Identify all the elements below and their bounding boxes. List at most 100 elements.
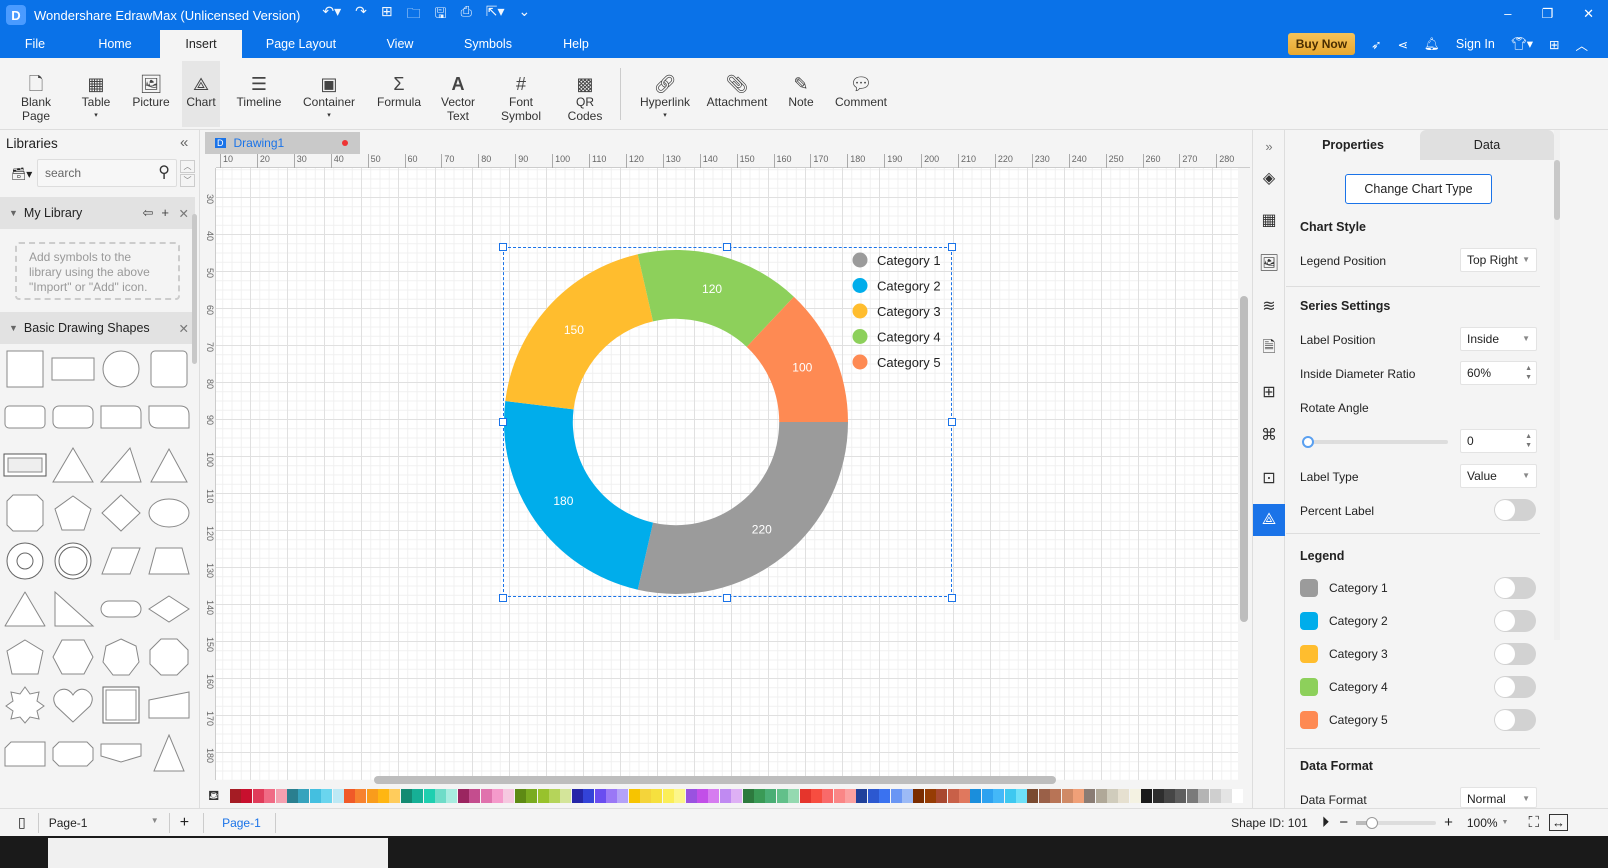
zoom-slider-knob[interactable] bbox=[1366, 816, 1379, 829]
color-swatch[interactable] bbox=[674, 789, 686, 803]
send-icon[interactable]: ➶ bbox=[1371, 37, 1381, 52]
parallelogram-shape[interactable] bbox=[98, 542, 144, 580]
color-swatch[interactable] bbox=[913, 789, 925, 803]
rotate-angle-slider[interactable] bbox=[1302, 436, 1448, 448]
color-swatch[interactable] bbox=[1175, 789, 1187, 803]
color-swatch[interactable] bbox=[457, 789, 469, 803]
data-format-select[interactable]: Normal ▼ bbox=[1460, 787, 1537, 808]
rounded-triangle-shape[interactable] bbox=[2, 590, 48, 628]
legend-item-toggle[interactable] bbox=[1494, 577, 1536, 599]
picture-button[interactable]: 🖼︎ Picture bbox=[120, 61, 182, 127]
color-swatch[interactable] bbox=[230, 789, 241, 803]
color-swatch[interactable] bbox=[1186, 789, 1198, 803]
color-swatch[interactable] bbox=[628, 789, 640, 803]
color-swatch[interactable] bbox=[548, 789, 560, 803]
legend-color-swatch[interactable] bbox=[1300, 711, 1318, 729]
save-icon[interactable]: 🖫 bbox=[435, 3, 447, 27]
menu-symbols[interactable]: Symbols bbox=[440, 30, 536, 58]
sign-in-link[interactable]: Sign In bbox=[1456, 37, 1495, 51]
color-swatch[interactable] bbox=[241, 789, 253, 803]
resize-handle[interactable] bbox=[723, 594, 731, 602]
right-triangle-shape[interactable] bbox=[50, 590, 96, 628]
color-swatch[interactable] bbox=[902, 789, 914, 803]
color-swatch[interactable] bbox=[1061, 789, 1073, 803]
color-swatch[interactable] bbox=[867, 789, 879, 803]
import-icon[interactable]: ⇦ bbox=[143, 205, 154, 221]
menu-view[interactable]: View bbox=[360, 30, 440, 58]
rectangle-shape[interactable] bbox=[50, 350, 96, 388]
color-swatch[interactable] bbox=[1084, 789, 1096, 803]
minimize-button[interactable]: – bbox=[1504, 6, 1511, 22]
color-swatch[interactable] bbox=[514, 789, 526, 803]
resize-handle[interactable] bbox=[723, 243, 731, 251]
chart-icon[interactable]: ⟁ bbox=[1253, 504, 1285, 536]
resize-handle[interactable] bbox=[948, 243, 956, 251]
menu-insert[interactable]: Insert bbox=[160, 30, 242, 58]
legend-position-select[interactable]: Top Right ▼ bbox=[1460, 248, 1537, 272]
menu-help[interactable]: Help bbox=[536, 30, 616, 58]
document-tab[interactable]: D Drawing1 bbox=[205, 132, 360, 154]
color-swatch[interactable] bbox=[1141, 789, 1153, 803]
close-icon[interactable]: ✕ bbox=[179, 321, 189, 336]
play-icon[interactable]: ⏵ bbox=[1322, 814, 1330, 831]
color-swatch[interactable] bbox=[765, 789, 777, 803]
color-swatch[interactable] bbox=[1004, 789, 1016, 803]
grid-icon[interactable]: ▦ bbox=[1253, 204, 1285, 236]
legend-color-swatch[interactable] bbox=[1300, 579, 1318, 597]
star-shape[interactable] bbox=[2, 686, 48, 724]
color-swatch[interactable] bbox=[776, 789, 788, 803]
color-swatch[interactable] bbox=[400, 789, 412, 803]
color-swatch[interactable] bbox=[526, 789, 538, 803]
label-position-select[interactable]: Inside ▼ bbox=[1460, 327, 1537, 351]
color-swatch[interactable] bbox=[1209, 789, 1221, 803]
add-icon[interactable]: + bbox=[161, 205, 169, 221]
undo-icon[interactable]: ↶▾ bbox=[322, 3, 341, 27]
color-swatch[interactable] bbox=[1118, 789, 1130, 803]
scroll-up-button[interactable]: ︿ bbox=[180, 160, 195, 173]
double-square-shape[interactable] bbox=[98, 686, 144, 724]
color-swatch[interactable] bbox=[845, 789, 857, 803]
tab-data[interactable]: Data bbox=[1420, 130, 1554, 160]
color-swatch[interactable] bbox=[332, 789, 344, 803]
hyperlink-button[interactable]: 🔗︎ Hyperlink ▾ bbox=[635, 61, 695, 127]
color-swatch[interactable] bbox=[446, 789, 458, 803]
color-swatch[interactable] bbox=[1152, 789, 1164, 803]
color-swatch[interactable] bbox=[719, 789, 731, 803]
color-swatch[interactable] bbox=[1072, 789, 1084, 803]
color-swatch[interactable] bbox=[708, 789, 720, 803]
color-swatch[interactable] bbox=[412, 789, 424, 803]
color-swatch[interactable] bbox=[810, 789, 822, 803]
color-swatch[interactable] bbox=[856, 789, 868, 803]
color-swatch[interactable] bbox=[435, 789, 447, 803]
legend-item-toggle[interactable] bbox=[1494, 676, 1536, 698]
color-swatch[interactable] bbox=[617, 789, 629, 803]
color-swatch[interactable] bbox=[594, 789, 606, 803]
tab-properties[interactable]: Properties bbox=[1286, 130, 1420, 160]
color-swatch[interactable] bbox=[343, 789, 355, 803]
ellipse-shape[interactable] bbox=[146, 494, 192, 532]
formula-button[interactable]: Σ Formula bbox=[360, 61, 438, 127]
vector-text-button[interactable]: A Vector Text bbox=[438, 61, 478, 127]
diamond-shape[interactable] bbox=[98, 494, 144, 532]
color-swatch[interactable] bbox=[366, 789, 378, 803]
donut-chart[interactable]: 220 180 150 120 100 Category 1 Category 2 Categ… bbox=[499, 243, 956, 602]
octagon-shape[interactable] bbox=[2, 494, 48, 532]
zoom-slider[interactable] bbox=[1356, 816, 1437, 829]
snip-rect-shape[interactable] bbox=[2, 734, 48, 772]
print-icon[interactable]: ⎙ bbox=[461, 3, 472, 27]
layers-icon[interactable]: ≋ bbox=[1253, 290, 1285, 322]
search-icon[interactable]: ⚲ bbox=[158, 160, 170, 186]
heart-shape[interactable] bbox=[50, 686, 96, 724]
color-swatch[interactable] bbox=[469, 789, 481, 803]
one-round-corner-shape[interactable] bbox=[98, 398, 144, 436]
color-swatch[interactable] bbox=[947, 789, 959, 803]
table-button[interactable]: ▦ Table ▾ bbox=[72, 61, 120, 127]
redo-icon[interactable]: ↷ bbox=[355, 3, 367, 27]
color-swatch[interactable] bbox=[731, 789, 743, 803]
menu-home[interactable]: Home bbox=[70, 30, 160, 58]
library-scrollbar[interactable] bbox=[192, 214, 197, 364]
chart-button[interactable]: ⟁ Chart bbox=[182, 61, 220, 127]
rounded-rect-shape[interactable] bbox=[2, 398, 48, 436]
legend-item-toggle[interactable] bbox=[1494, 709, 1536, 731]
expand-panel-icon[interactable]: » bbox=[1253, 130, 1285, 162]
